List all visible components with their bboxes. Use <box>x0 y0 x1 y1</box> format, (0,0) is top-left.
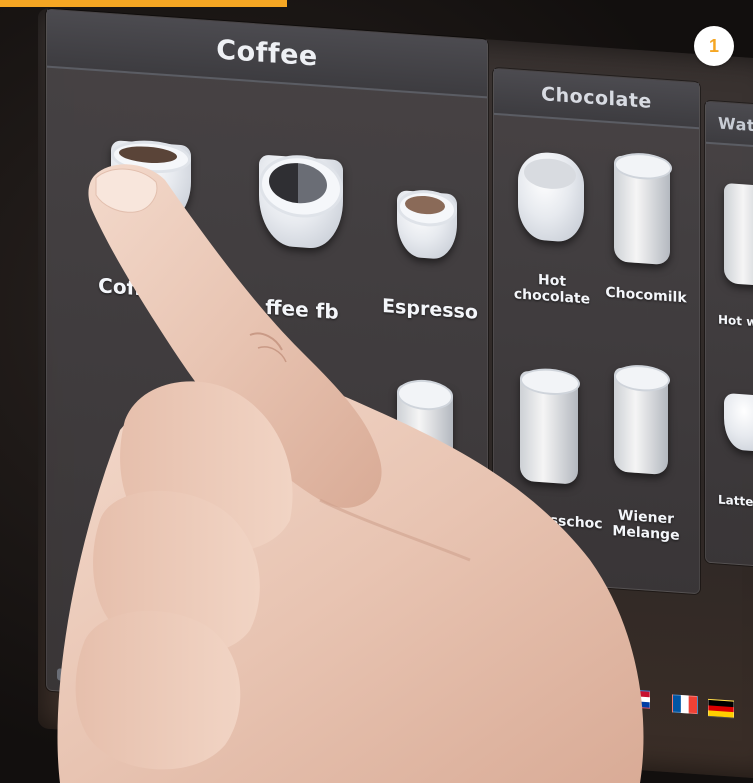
water-panel-title: Water <box>706 101 753 150</box>
glass-icon <box>724 182 753 287</box>
cup-icon <box>724 392 753 453</box>
chocolate-panel-title: Chocolate <box>494 68 699 130</box>
photo-scene: Coffee Coffee Bo ffee fb Espresso Chocol… <box>0 0 753 783</box>
coffee-bo-label: Coffee Bo <box>98 273 206 305</box>
flag-de-icon[interactable] <box>708 698 734 719</box>
hot-chocolate-label: Hot chocolate <box>513 271 591 308</box>
coffee-row2-tile[interactable] <box>387 363 467 489</box>
coffee-panel: Coffee Coffee Bo ffee fb Espresso <box>46 8 488 722</box>
kiosk-touchscreen: Coffee Coffee Bo ffee fb Espresso Chocol… <box>38 8 753 780</box>
lattemac-tile[interactable]: LatteMac <box>718 392 753 557</box>
wiener-melange-label: Wiener Melange <box>612 507 680 544</box>
espresso-label: Espresso <box>382 295 478 324</box>
water-panel: Water Hot water LatteMac <box>705 100 753 569</box>
coffee-fb-tile[interactable]: ffee fb <box>247 142 357 324</box>
coffee-bo-tile[interactable]: Coffee Bo <box>97 133 207 311</box>
chocomilk-tile[interactable]: Chocomilk <box>605 151 687 341</box>
top-accent-tab <box>0 0 287 7</box>
espresschoc-label: Espresschoc <box>505 509 603 533</box>
espresschoc-tile[interactable]: Espresschoc <box>505 366 603 556</box>
hot-chocolate-tile[interactable]: Hot chocolate <box>512 150 592 336</box>
wiener-melange-tile[interactable]: Wiener Melange <box>606 363 686 553</box>
flag-fr-icon[interactable] <box>672 694 698 715</box>
lattemac-label: LatteMac <box>718 492 753 511</box>
chocolate-panel: Chocolate Hot chocolate Chocomilk Espres… <box>493 67 700 595</box>
espresso-tile[interactable]: Espresso <box>382 171 478 337</box>
hot-water-tile[interactable]: Hot water <box>718 182 753 347</box>
coffee-panel-footer <box>57 668 477 710</box>
coffee-fb-label: ffee fb <box>265 294 339 325</box>
step-number-badge: 1 <box>694 26 734 66</box>
flag-nl-icon[interactable] <box>624 688 650 709</box>
hot-water-label: Hot water <box>718 312 753 332</box>
chocomilk-label: Chocomilk <box>605 284 687 307</box>
